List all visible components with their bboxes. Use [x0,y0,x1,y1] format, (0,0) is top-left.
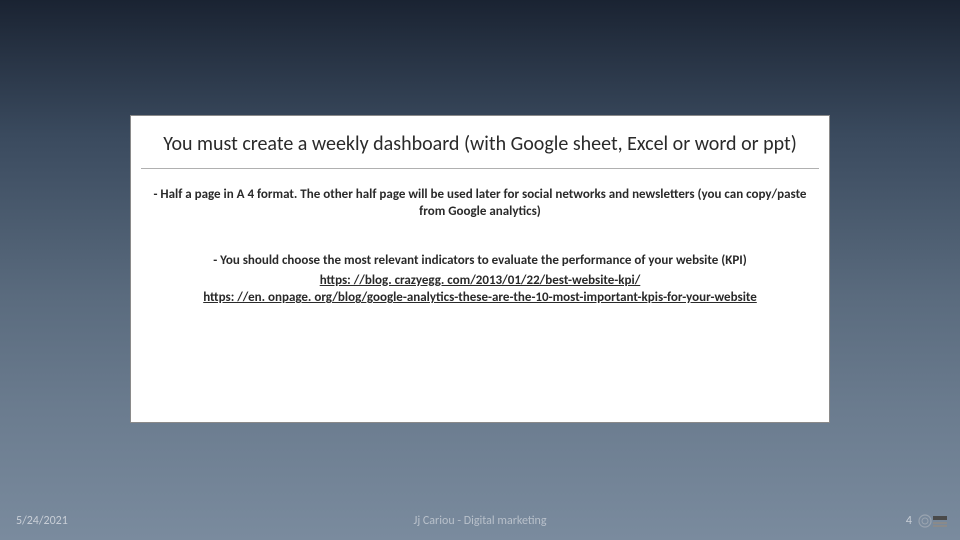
footer-author: Jj Cariou - Digital marketing [0,514,960,528]
paragraph-2: - You should choose the most relevant in… [153,253,807,270]
body-section: - Half a page in A 4 format. The other h… [131,169,829,307]
footer-page-number: 4 [906,514,912,528]
slide-title: You must create a weekly dashboard (with… [131,116,829,162]
link-2[interactable]: https: //en. onpage. org/blog/google-ana… [153,289,807,307]
link-1[interactable]: https: //blog. crazyegg. com/2013/01/22/… [153,272,807,290]
logo-icon [918,512,950,530]
paragraph-1: - Half a page in A 4 format. The other h… [153,187,807,221]
footer: 5/24/2021 Jj Cariou - Digital marketing … [0,508,960,528]
content-box: You must create a weekly dashboard (with… [130,115,830,423]
